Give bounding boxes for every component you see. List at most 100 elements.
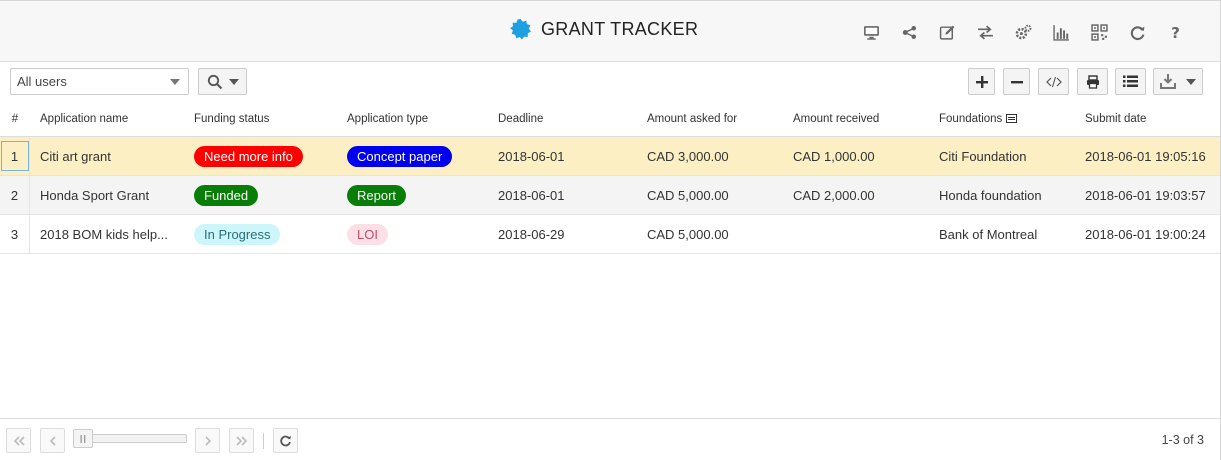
pager-divider (263, 433, 264, 449)
amount-received-cell[interactable]: CAD 1,000.00 (793, 137, 875, 175)
qrcode-icon[interactable] (1080, 19, 1118, 45)
application-type-cell[interactable]: LOI (347, 215, 388, 253)
column-header-num[interactable]: # (0, 101, 30, 136)
svg-text:?: ? (1171, 24, 1180, 41)
refresh-icon (280, 435, 291, 447)
page-slider-handle[interactable] (73, 429, 93, 448)
refresh-icon[interactable] (1118, 19, 1156, 45)
record-range: 1-3 of 3 (1161, 433, 1204, 447)
column-header-submit-date[interactable]: Submit date (1085, 101, 1146, 136)
table-row[interactable]: 1 Citi art grant Need more info Concept … (0, 137, 1220, 176)
row-number: 1 (0, 141, 29, 171)
chart-icon[interactable] (1042, 19, 1080, 45)
remove-button[interactable] (1003, 68, 1030, 95)
amount-received-cell[interactable]: CAD 2,000.00 (793, 176, 875, 214)
last-page-button[interactable] (229, 428, 254, 453)
amount-asked-cell[interactable]: CAD 3,000.00 (647, 137, 729, 175)
edit-icon[interactable] (928, 19, 966, 45)
chevron-down-icon (170, 79, 180, 85)
amount-asked-cell[interactable]: CAD 5,000.00 (647, 176, 729, 214)
chevron-down-icon (228, 78, 239, 85)
foundation-cell[interactable]: Bank of Montreal (939, 215, 1037, 253)
column-header-funding-status[interactable]: Funding status (194, 101, 269, 136)
header-toolbar: ? (852, 19, 1194, 45)
title-wrap: GRANT TRACKER (510, 19, 698, 40)
export-button[interactable] (1153, 68, 1203, 95)
column-header-amount-asked[interactable]: Amount asked for (647, 101, 737, 136)
code-icon (1045, 76, 1062, 87)
column-header-foundations[interactable]: Foundations (939, 101, 1018, 136)
application-type-cell[interactable]: Report (347, 176, 407, 214)
double-chevron-left-icon (13, 435, 25, 446)
row-number: 3 (0, 215, 30, 253)
print-button[interactable] (1077, 68, 1108, 95)
table-icon (1006, 114, 1018, 123)
status-badge: In Progress (194, 223, 281, 245)
status-badge: Funded (194, 184, 259, 206)
swap-icon[interactable] (966, 19, 1004, 45)
application-name-cell[interactable]: Citi art grant (40, 137, 111, 175)
foundation-cell[interactable]: Citi Foundation (939, 137, 1026, 175)
download-icon (1160, 74, 1176, 89)
column-header-application-name[interactable]: Application name (40, 101, 128, 136)
chevron-down-icon (1186, 78, 1196, 85)
first-page-button[interactable] (6, 428, 31, 453)
column-header-deadline[interactable]: Deadline (498, 101, 543, 136)
help-icon[interactable]: ? (1156, 19, 1194, 45)
type-badge: LOI (347, 223, 388, 245)
monitor-icon[interactable] (852, 19, 890, 45)
badge-logo-icon (510, 19, 531, 40)
column-header-application-type[interactable]: Application type (347, 101, 428, 136)
funding-status-cell[interactable]: Need more info (194, 137, 303, 175)
add-icon (975, 75, 988, 88)
type-badge: Report (347, 184, 407, 206)
app-header: GRANT TRACKER ? (0, 1, 1220, 62)
share-icon[interactable] (890, 19, 928, 45)
status-badge: Need more info (194, 145, 303, 167)
column-header-amount-received[interactable]: Amount received (793, 101, 879, 136)
table-row[interactable]: 2 Honda Sport Grant Funded Report 2018-0… (0, 176, 1220, 215)
embed-code-button[interactable] (1038, 68, 1069, 95)
application-name-cell[interactable]: Honda Sport Grant (40, 176, 149, 214)
chevron-left-icon (49, 435, 56, 446)
settings-icon[interactable] (1004, 19, 1042, 45)
funding-status-cell[interactable]: Funded (194, 176, 259, 214)
print-icon (1086, 74, 1099, 89)
search-icon (207, 74, 222, 89)
prev-page-button[interactable] (40, 428, 65, 453)
deadline-cell[interactable]: 2018-06-01 (498, 176, 565, 214)
grid-toolbar: All users (0, 63, 1220, 101)
application-name-cell[interactable]: 2018 BOM kids help... (40, 215, 168, 253)
submit-date-cell[interactable]: 2018-06-01 19:05:16 (1085, 137, 1206, 175)
user-filter-select[interactable]: All users (10, 68, 189, 95)
add-button[interactable] (968, 68, 995, 95)
deadline-cell[interactable]: 2018-06-29 (498, 215, 565, 253)
submit-date-cell[interactable]: 2018-06-01 19:03:57 (1085, 176, 1206, 214)
page-slider[interactable] (73, 429, 187, 448)
submit-date-cell[interactable]: 2018-06-01 19:00:24 (1085, 215, 1206, 253)
table-header-row: # Application name Funding status Applic… (0, 101, 1220, 137)
user-filter-value: All users (17, 74, 67, 89)
foundation-cell[interactable]: Honda foundation (939, 176, 1042, 214)
amount-asked-cell[interactable]: CAD 5,000.00 (647, 215, 729, 253)
grants-table: # Application name Funding status Applic… (0, 101, 1220, 254)
grip-icon (80, 434, 86, 443)
application-type-cell[interactable]: Concept paper (347, 137, 453, 175)
search-button[interactable] (198, 68, 247, 95)
app-window: GRANT TRACKER ? All users # Application … (0, 0, 1221, 460)
page-title: GRANT TRACKER (541, 19, 699, 39)
list-icon (1123, 75, 1138, 87)
list-view-button[interactable] (1115, 68, 1146, 95)
foundations-header-label: Foundations (939, 112, 1003, 125)
double-chevron-right-icon (235, 435, 247, 446)
funding-status-cell[interactable]: In Progress (194, 215, 281, 253)
pager: 1-3 of 3 (0, 418, 1220, 460)
type-badge: Concept paper (347, 145, 453, 167)
deadline-cell[interactable]: 2018-06-01 (498, 137, 565, 175)
table-row[interactable]: 3 2018 BOM kids help... In Progress LOI … (0, 215, 1220, 254)
remove-icon (1010, 80, 1023, 83)
chevron-right-icon (204, 435, 211, 446)
next-page-button[interactable] (195, 428, 220, 453)
reload-button[interactable] (273, 428, 298, 453)
row-number: 2 (0, 176, 30, 214)
